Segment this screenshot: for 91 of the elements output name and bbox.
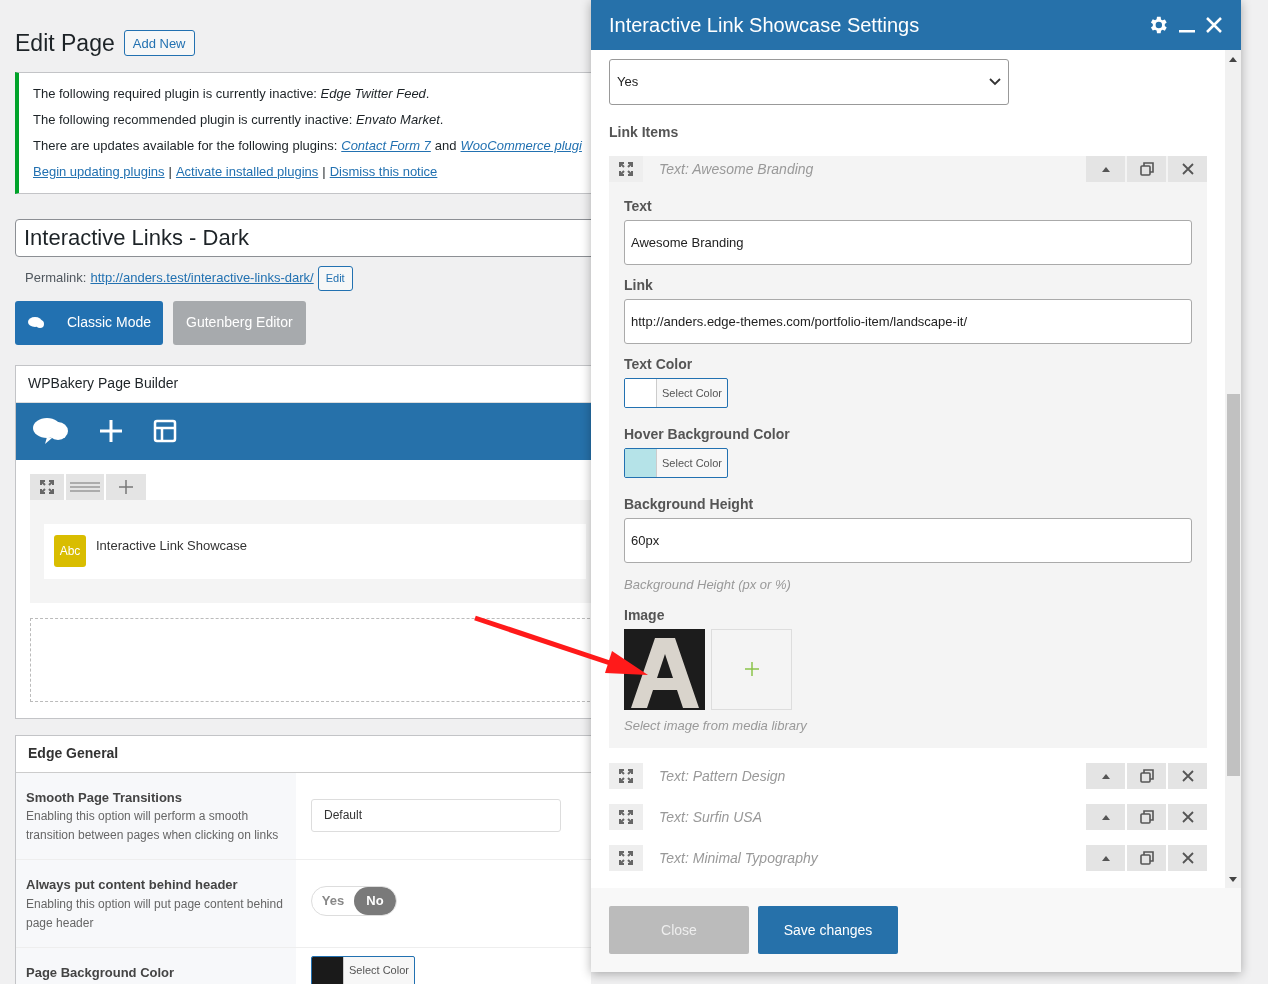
field-label: Text (624, 197, 653, 216)
notice-link[interactable]: Activate installed plugins (175, 158, 319, 185)
duplicate-button[interactable] (1127, 156, 1166, 182)
cloud-icon (27, 315, 45, 330)
plugin-link[interactable]: Contact Form 7 (341, 132, 431, 159)
select-color-label: Select Color (348, 963, 410, 979)
field-hint: Select image from media library (624, 716, 808, 735)
option-title: Smooth Page Transitions (26, 788, 184, 807)
notice-text: | (322, 162, 326, 181)
expand-icon[interactable] (619, 769, 633, 783)
expand-icon[interactable] (619, 851, 633, 865)
page-title: Edit Page (15, 29, 115, 58)
toggle-option[interactable]: No (354, 887, 396, 915)
caret-up-icon (1101, 814, 1110, 820)
plus-icon[interactable] (99, 419, 123, 443)
drag-lines-icon (70, 480, 100, 493)
expand-icon[interactable] (619, 810, 633, 824)
duplicate-button[interactable] (1127, 763, 1166, 789)
option-title: Page Background Color (26, 963, 176, 982)
expand-icon[interactable] (40, 479, 54, 494)
plugin-link[interactable]: WooCommerce plugi (460, 132, 582, 159)
text-input-field[interactable]: 60px (624, 518, 1192, 563)
close-icon (1181, 811, 1194, 823)
permalink-link[interactable]: http://anders.test/interactive-links-dark/ (90, 268, 314, 288)
select-color-label: Select Color (661, 385, 723, 401)
permalink-label: Permalink: (25, 269, 87, 288)
field-label: Link (624, 276, 654, 295)
field-label: Text Color (624, 355, 694, 374)
section-label: Link Items (609, 123, 680, 142)
close-icon (1181, 852, 1194, 864)
caret-up-icon (1101, 166, 1110, 172)
expand-icon[interactable] (619, 162, 633, 176)
delete-button[interactable] (1168, 156, 1207, 182)
plus-icon (119, 479, 133, 494)
close-icon (1181, 770, 1194, 782)
close-icon[interactable] (1205, 16, 1223, 34)
scroll-down-icon[interactable] (1229, 877, 1237, 882)
add-new-button[interactable]: Add New (123, 30, 195, 57)
element-icon: Abc (54, 534, 86, 567)
text-input-field[interactable]: http://anders.edge-themes.com/portfolio-item/landscape-it/ (624, 299, 1192, 344)
color-picker-button[interactable]: Select Color (311, 955, 415, 984)
option-description: Enabling this option will perform a smooth transition between pages when clicking on links (26, 808, 280, 844)
notice-text: and (434, 136, 457, 155)
field-hint: Background Height (px or %) (624, 576, 792, 594)
field-label: Image (624, 605, 666, 625)
duplicate-button[interactable] (1127, 845, 1166, 871)
cloud-logo-icon[interactable] (31, 417, 69, 445)
field-label: Hover Background Color (624, 425, 791, 444)
text-input-field[interactable]: Awesome Branding (624, 220, 1192, 265)
delete-button[interactable] (1168, 845, 1207, 871)
element-card[interactable]: Abc Interactive Link Showcase (44, 523, 586, 579)
scrollbar[interactable] (1225, 50, 1241, 888)
delete-button[interactable] (1168, 763, 1207, 789)
option-title: Always put content behind header (26, 876, 239, 894)
notice-text: | (168, 162, 172, 181)
caret-up-icon (1101, 773, 1110, 779)
copy-icon (1139, 851, 1154, 865)
plus-icon (744, 662, 759, 676)
modal-title: Interactive Link Showcase Settings (609, 13, 921, 38)
select-field[interactable]: Default (311, 798, 561, 832)
scroll-up-icon[interactable] (1229, 57, 1237, 62)
copy-icon (1139, 810, 1154, 824)
color-picker-button[interactable]: Select Color (624, 448, 728, 478)
field-label: Background Height (624, 495, 755, 514)
post-title-field[interactable]: Interactive Links - Dark (15, 218, 591, 257)
editor-mode-button[interactable]: Classic Mode (15, 300, 164, 345)
toggle-option[interactable]: Yes (312, 887, 354, 915)
notice-link[interactable]: Begin updating plugins (33, 158, 165, 185)
save-button[interactable]: Save changes (758, 906, 898, 954)
select-field[interactable]: Yes (609, 59, 1009, 105)
notice-link[interactable]: Dismiss this notice (329, 158, 438, 185)
caret-up-icon (1101, 855, 1110, 861)
close-icon (1181, 163, 1194, 175)
copy-icon (1139, 769, 1154, 783)
notice-text: The following required plugin is currently inactive: Edge Twitter Feed. (33, 84, 430, 103)
notice-text: The following recommended plugin is currently inactive: Envato Market. (33, 110, 444, 129)
option-description: Enabling this option will put page content behind page header (26, 895, 284, 932)
scroll-thumb[interactable] (1226, 394, 1240, 776)
element-name: Interactive Link Showcase (96, 536, 248, 555)
row-add-button[interactable] (106, 473, 146, 500)
notice-text: There are updates available for the following plugins: (33, 136, 338, 155)
photo-placeholder[interactable] (624, 628, 705, 710)
duplicate-button[interactable] (1127, 804, 1166, 830)
delete-button[interactable] (1168, 804, 1207, 830)
row-expand-button[interactable] (30, 473, 64, 500)
copy-icon (1139, 162, 1154, 176)
color-picker-button[interactable]: Select Color (624, 378, 728, 408)
chevron-down-icon (989, 78, 1001, 86)
layout-icon[interactable] (153, 419, 177, 443)
edit-permalink-button[interactable]: Edit (317, 265, 353, 291)
select-color-label: Select Color (661, 455, 723, 471)
